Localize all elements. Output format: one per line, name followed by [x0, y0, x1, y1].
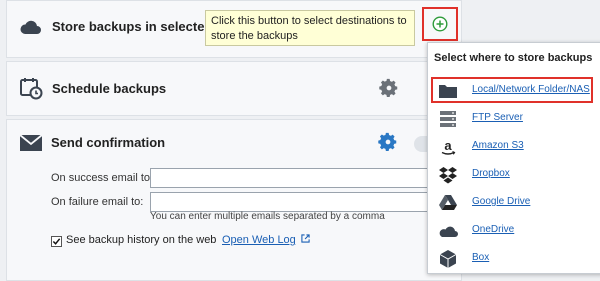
open-web-log-link[interactable]: Open Web Log — [222, 234, 310, 246]
local-folder-highlight — [431, 77, 593, 103]
box-icon — [439, 250, 457, 268]
add-destination-tooltip: Click this button to select destinations… — [205, 10, 415, 46]
destination-label[interactable]: Google Drive — [472, 196, 530, 207]
external-link-icon — [301, 234, 310, 243]
history-label: See backup history on the web — [66, 234, 217, 246]
failure-email-label: On failure email to: — [51, 196, 144, 208]
calendar-clock-icon — [20, 78, 43, 100]
schedule-gear-icon[interactable] — [378, 77, 400, 99]
destination-label[interactable]: Amazon S3 — [472, 140, 524, 151]
svg-text:a: a — [444, 138, 452, 153]
destination-onedrive[interactable]: OneDrive — [428, 218, 600, 244]
cloud-icon — [20, 20, 41, 34]
checkmark-icon — [52, 238, 61, 245]
history-checkbox[interactable] — [51, 236, 62, 247]
open-web-log-text[interactable]: Open Web Log — [222, 234, 296, 246]
destination-label[interactable]: Dropbox — [472, 168, 510, 179]
google-drive-icon — [439, 195, 457, 210]
schedule-title: Schedule backups — [52, 81, 167, 96]
onedrive-icon — [439, 226, 458, 237]
destination-ftp[interactable]: FTP Server — [428, 106, 600, 132]
destination-dropbox[interactable]: Dropbox — [428, 162, 600, 188]
destination-box[interactable]: Box — [428, 246, 600, 272]
tooltip-line-1: Click this button to select destinations… — [211, 15, 407, 27]
confirmation-gear-icon[interactable] — [377, 131, 399, 153]
destination-label[interactable]: OneDrive — [472, 224, 514, 235]
amazon-icon: a — [441, 138, 456, 155]
destination-label[interactable]: FTP Server — [472, 112, 523, 123]
add-destination-button[interactable] — [432, 16, 448, 32]
failure-email-field[interactable] — [150, 192, 440, 212]
tooltip-line-2: store the backups — [211, 30, 298, 42]
success-email-field[interactable] — [150, 168, 440, 188]
envelope-icon — [19, 134, 43, 151]
dropdown-header: Select where to store backups — [434, 52, 593, 64]
success-email-label: On success email to: — [51, 172, 154, 184]
destination-amazon-s3[interactable]: a Amazon S3 — [428, 134, 600, 160]
send-confirmation-title: Send confirmation — [51, 135, 166, 150]
server-icon — [440, 111, 456, 127]
dropbox-icon — [439, 167, 457, 184]
schedule-section[interactable]: Schedule backups — [6, 61, 469, 116]
email-hint: You can enter multiple emails separated … — [150, 211, 385, 222]
destination-dropdown: Select where to store backups Local/Netw… — [427, 42, 600, 274]
destination-google-drive[interactable]: Google Drive — [428, 190, 600, 216]
destination-label[interactable]: Box — [472, 252, 489, 263]
